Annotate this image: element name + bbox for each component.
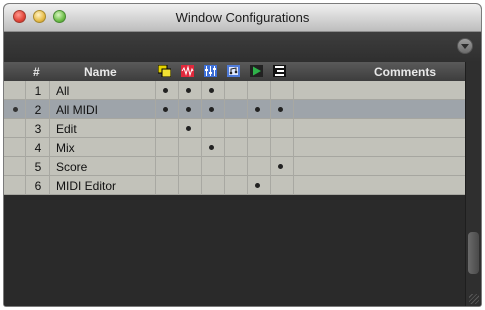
table-row[interactable]: 4 Mix	[4, 138, 467, 157]
scrollbar-thumb[interactable]	[468, 232, 479, 274]
table-header: # Name Comments	[4, 62, 467, 81]
column-header-number[interactable]: #	[33, 65, 40, 79]
row-name: All	[56, 84, 70, 98]
column-divider	[293, 81, 294, 195]
mix-window-enabled-dot[interactable]	[186, 88, 191, 93]
options-menu-button[interactable]	[457, 38, 473, 54]
column-divider	[49, 81, 50, 195]
midi-editor-icon[interactable]	[273, 65, 286, 77]
table-row[interactable]: 3 Edit	[4, 119, 467, 138]
column-divider	[224, 81, 225, 195]
mixer-faders-enabled-dot[interactable]	[209, 145, 214, 150]
column-divider	[201, 81, 202, 195]
row-number: 4	[34, 141, 42, 155]
row-number: 5	[34, 160, 42, 174]
mixer-faders-enabled-dot[interactable]	[209, 107, 214, 112]
row-number: 2	[34, 103, 42, 117]
vertical-scrollbar[interactable]	[465, 62, 481, 306]
row-number: 3	[34, 122, 42, 136]
row-name: All MIDI	[56, 103, 98, 117]
table-row[interactable]: 6 MIDI Editor	[4, 176, 467, 195]
edit-window-icon[interactable]	[157, 64, 172, 78]
row-name: MIDI Editor	[56, 179, 117, 193]
column-divider	[155, 81, 156, 195]
configurations-table: # Name Comments 1 All 2 All MIDI 3 Edit 4 Mix	[4, 62, 467, 306]
mix-window-enabled-dot[interactable]	[186, 126, 191, 131]
column-divider	[270, 81, 271, 195]
edit-window-enabled-dot[interactable]	[163, 107, 168, 112]
mixer-faders-icon[interactable]	[204, 65, 217, 77]
mixer-faders-enabled-dot[interactable]	[209, 88, 214, 93]
row-name: Mix	[56, 141, 75, 155]
column-header-comments[interactable]: Comments	[374, 65, 436, 79]
row-number: 1	[34, 84, 42, 98]
window-configurations-window: Window Configurations # Name Comments 1 …	[3, 3, 482, 307]
transport-play-icon[interactable]	[250, 65, 263, 77]
edit-window-enabled-dot[interactable]	[163, 88, 168, 93]
resize-grip-icon[interactable]	[469, 294, 479, 304]
table-row[interactable]: 1 All	[4, 81, 467, 100]
table-row[interactable]: 5 Score	[4, 157, 467, 176]
row-divider	[4, 194, 467, 195]
column-divider	[25, 81, 26, 195]
column-divider	[178, 81, 179, 195]
row-name: Score	[56, 160, 88, 174]
column-divider	[247, 81, 248, 195]
transport-play-enabled-dot[interactable]	[255, 107, 260, 112]
mix-window-enabled-dot[interactable]	[186, 107, 191, 112]
row-name: Edit	[56, 122, 77, 136]
table-row[interactable]: 2 All MIDI	[4, 100, 467, 119]
row-number: 6	[34, 179, 42, 193]
title-bar[interactable]: Window Configurations	[4, 4, 481, 32]
window-title: Window Configurations	[175, 10, 310, 25]
transport-play-enabled-dot[interactable]	[255, 183, 260, 188]
row-selection-indicator	[13, 107, 18, 112]
score-window-icon[interactable]	[227, 65, 240, 77]
column-header-name[interactable]: Name	[84, 65, 117, 79]
mix-window-icon[interactable]	[181, 65, 194, 77]
midi-editor-enabled-dot[interactable]	[278, 107, 283, 112]
toolbar	[4, 32, 481, 62]
midi-editor-enabled-dot[interactable]	[278, 164, 283, 169]
